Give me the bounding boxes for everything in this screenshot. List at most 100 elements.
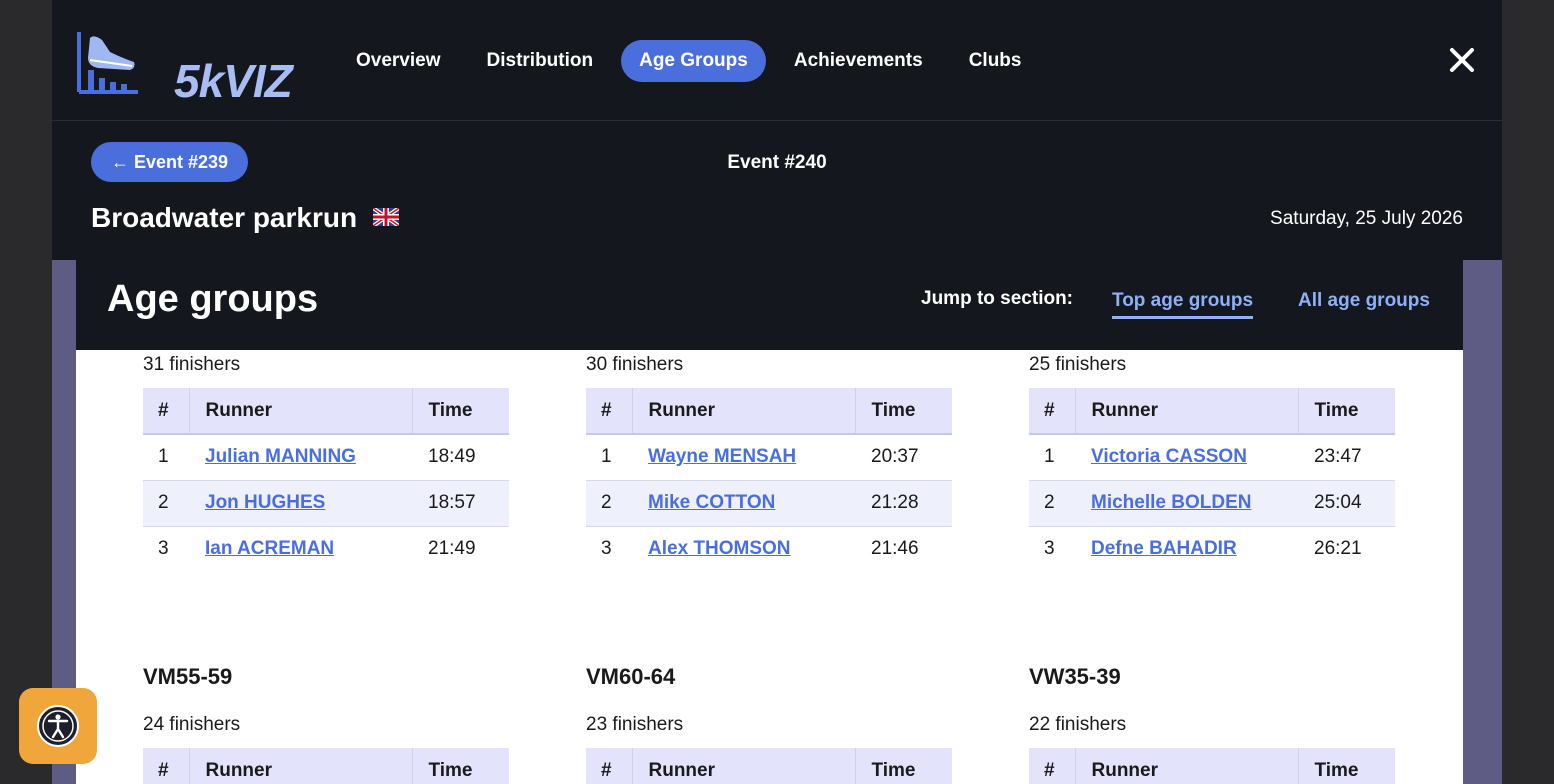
col-rank: # bbox=[1029, 388, 1076, 435]
time-cell: 18:57 bbox=[412, 480, 509, 527]
table-row: 2 Michelle BOLDEN 25:04 bbox=[1029, 480, 1395, 527]
time-cell: 26:21 bbox=[1314, 538, 1362, 560]
content-area: Age groups Jump to section: Top age grou… bbox=[52, 260, 1502, 784]
logo[interactable]: 5kVIZ bbox=[76, 26, 296, 104]
event-header: ← Event #239 Event #240 Broadwater parkr… bbox=[52, 122, 1502, 260]
runner-link[interactable]: Michelle BOLDEN bbox=[1091, 492, 1251, 513]
scrollbar-thumb[interactable] bbox=[1490, 290, 1502, 358]
nav-achievements[interactable]: Achievements bbox=[776, 40, 941, 82]
results-table: # Runner Time 1 Victoria CASSON 23:47 2 bbox=[1029, 388, 1395, 572]
nav-distribution[interactable]: Distribution bbox=[469, 40, 612, 82]
jump-all-age-groups[interactable]: All age groups bbox=[1298, 290, 1430, 316]
col-runner: Runner bbox=[1075, 388, 1299, 435]
table-header-row: # Runner Time bbox=[1029, 748, 1395, 784]
time-cell: 23:47 bbox=[1298, 434, 1395, 481]
table-row: 1 Wayne MENSAH 20:37 bbox=[586, 434, 952, 481]
finishers-count: 31 finishers bbox=[143, 354, 241, 375]
results-table: # Runner Time 1 Wayne MENSAH 20:37 2 Mik… bbox=[586, 388, 952, 572]
table-row: 2 Mike COTTON 21:28 bbox=[586, 480, 952, 527]
nav-clubs[interactable]: Clubs bbox=[951, 40, 1040, 82]
time-cell: 18:49 bbox=[412, 434, 509, 481]
rank-cell: 1 bbox=[1029, 434, 1075, 481]
col-rank: # bbox=[143, 748, 190, 784]
table-header-row: # Runner Time bbox=[143, 748, 509, 784]
col-time: Time bbox=[855, 748, 952, 784]
col-runner: Runner bbox=[189, 748, 413, 784]
rank-cell: 1 bbox=[586, 434, 632, 481]
runner-link[interactable]: Defne BAHADIR bbox=[1091, 538, 1237, 559]
time-cell: 20:37 bbox=[855, 434, 952, 481]
table-row: 1 Victoria CASSON 23:47 bbox=[1029, 434, 1395, 481]
jump-top-age-groups[interactable]: Top age groups bbox=[1112, 290, 1254, 319]
age-groups-panel: Age groups Jump to section: Top age grou… bbox=[76, 260, 1463, 784]
finishers-count: 22 finishers bbox=[1029, 714, 1127, 735]
col-time: Time bbox=[412, 388, 509, 435]
col-rank: # bbox=[1029, 748, 1076, 784]
col-rank: # bbox=[586, 748, 633, 784]
age-group-card: VW35-39 22 finishers # Runner Time bbox=[1029, 664, 1395, 784]
table-header-row: # Runner Time bbox=[586, 388, 952, 435]
col-runner: Runner bbox=[632, 388, 856, 435]
rank-cell: 2 bbox=[586, 480, 632, 527]
age-group-card: VM55-59 24 finishers # Runner Time bbox=[143, 664, 509, 784]
close-icon bbox=[1450, 48, 1474, 72]
results-table: # Runner Time 1 Julian MANNING 18:49 2 J… bbox=[143, 388, 509, 572]
col-time: Time bbox=[412, 748, 509, 784]
rank-cell: 3 bbox=[1044, 538, 1055, 560]
results-table: # Runner Time bbox=[586, 748, 952, 784]
rank-cell: 2 bbox=[1029, 480, 1075, 527]
rank-cell: 1 bbox=[143, 434, 189, 481]
table-row: 3 Ian ACREMAN 21:49 bbox=[143, 526, 509, 572]
current-event-number: Event #240 bbox=[727, 152, 827, 173]
table-row: 1 Julian MANNING 18:49 bbox=[143, 434, 509, 481]
time-cell: 25:04 bbox=[1298, 480, 1395, 527]
rank-cell: 3 bbox=[601, 538, 612, 560]
rank-cell: 2 bbox=[143, 480, 189, 527]
nav-links: Overview Distribution Age Groups Achieve… bbox=[338, 40, 1039, 82]
nav-age-groups[interactable]: Age Groups bbox=[621, 40, 766, 82]
accessibility-button[interactable] bbox=[19, 688, 97, 764]
col-time: Time bbox=[1298, 388, 1395, 435]
table-header-row: # Runner Time bbox=[143, 388, 509, 435]
nav-overview[interactable]: Overview bbox=[338, 40, 459, 82]
time-cell: 21:46 bbox=[871, 538, 919, 560]
age-group-card: 25 finishers # Runner Time 1 Victoria CA… bbox=[1029, 354, 1395, 572]
section-header: Age groups Jump to section: Top age grou… bbox=[76, 260, 1463, 350]
runner-link[interactable]: Ian ACREMAN bbox=[205, 538, 334, 559]
results-table: # Runner Time bbox=[143, 748, 509, 784]
accessibility-icon bbox=[37, 705, 79, 747]
uk-flag-icon bbox=[372, 207, 399, 226]
close-button[interactable] bbox=[1446, 44, 1478, 76]
table-row: 3 Defne BAHADIR 26:21 bbox=[1029, 526, 1395, 572]
age-group-title: VM55-59 bbox=[143, 664, 233, 689]
runner-link[interactable]: Wayne MENSAH bbox=[648, 446, 796, 467]
col-rank: # bbox=[143, 388, 190, 435]
time-cell: 21:49 bbox=[428, 538, 476, 560]
runner-link[interactable]: Julian MANNING bbox=[205, 446, 356, 467]
time-cell: 21:28 bbox=[855, 480, 952, 527]
app-frame: 5kVIZ Overview Distribution Age Groups A… bbox=[52, 0, 1502, 784]
col-runner: Runner bbox=[1075, 748, 1299, 784]
top-nav: 5kVIZ Overview Distribution Age Groups A… bbox=[52, 0, 1502, 121]
age-group-card: 30 finishers # Runner Time 1 Wayne MENSA… bbox=[586, 354, 952, 572]
runner-link[interactable]: Alex THOMSON bbox=[648, 538, 791, 559]
age-group-title: VW35-39 bbox=[1029, 664, 1121, 689]
col-runner: Runner bbox=[632, 748, 856, 784]
section-title: Age groups bbox=[107, 278, 319, 320]
running-shoe-chart-icon bbox=[77, 32, 138, 94]
rank-cell: 3 bbox=[158, 538, 169, 560]
table-header-row: # Runner Time bbox=[1029, 388, 1395, 435]
parkrun-name: Broadwater parkrun bbox=[91, 202, 399, 234]
runner-link[interactable]: Victoria CASSON bbox=[1091, 446, 1247, 467]
finishers-count: 25 finishers bbox=[1029, 354, 1127, 375]
finishers-count: 23 finishers bbox=[586, 714, 684, 735]
age-group-title: VM60-64 bbox=[586, 664, 676, 689]
finishers-count: 24 finishers bbox=[143, 714, 241, 735]
col-time: Time bbox=[855, 388, 952, 435]
age-group-card: VM60-64 23 finishers # Runner Time bbox=[586, 664, 952, 784]
runner-link[interactable]: Jon HUGHES bbox=[205, 492, 325, 513]
age-group-card: 31 finishers # Runner Time 1 Julian MANN… bbox=[143, 354, 509, 572]
parkrun-name-text: Broadwater parkrun bbox=[91, 202, 358, 233]
runner-link[interactable]: Mike COTTON bbox=[648, 492, 775, 513]
table-row: 2 Jon HUGHES 18:57 bbox=[143, 480, 509, 527]
